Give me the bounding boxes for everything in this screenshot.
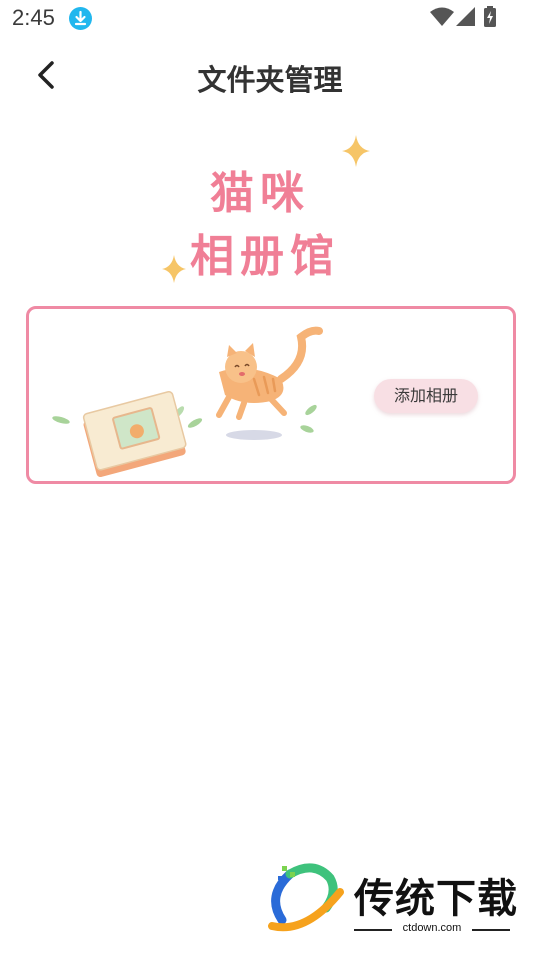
battery-icon [483, 6, 497, 32]
album-card[interactable]: 添加相册 [26, 306, 516, 484]
logo-title-line2: 相册馆 [190, 231, 340, 282]
add-album-button[interactable]: 添加相册 [374, 379, 478, 413]
status-bar: 2:45 [0, 0, 540, 38]
download-icon [69, 7, 92, 30]
app-logo: 猫咪 相册馆 [160, 130, 390, 290]
cat-album-illustration [52, 326, 323, 477]
signal-icon [455, 7, 475, 31]
wifi-icon [430, 7, 454, 31]
watermark: 传统下载 ctdown.com [268, 862, 518, 942]
watermark-url: ctdown.com [402, 922, 462, 934]
page-title: 文件夹管理 [197, 63, 343, 97]
status-time: 2:45 [12, 5, 55, 30]
sparkle-icon [162, 255, 186, 283]
logo-title-line1: 猫咪 [210, 168, 310, 219]
watermark-name: 传统下载 [354, 876, 518, 922]
sparkle-icon [342, 135, 370, 167]
watermark-logo-icon [268, 863, 344, 932]
watermark-divider [472, 929, 510, 931]
cat-figure [216, 326, 323, 420]
header: 文件夹管理 [0, 45, 540, 105]
